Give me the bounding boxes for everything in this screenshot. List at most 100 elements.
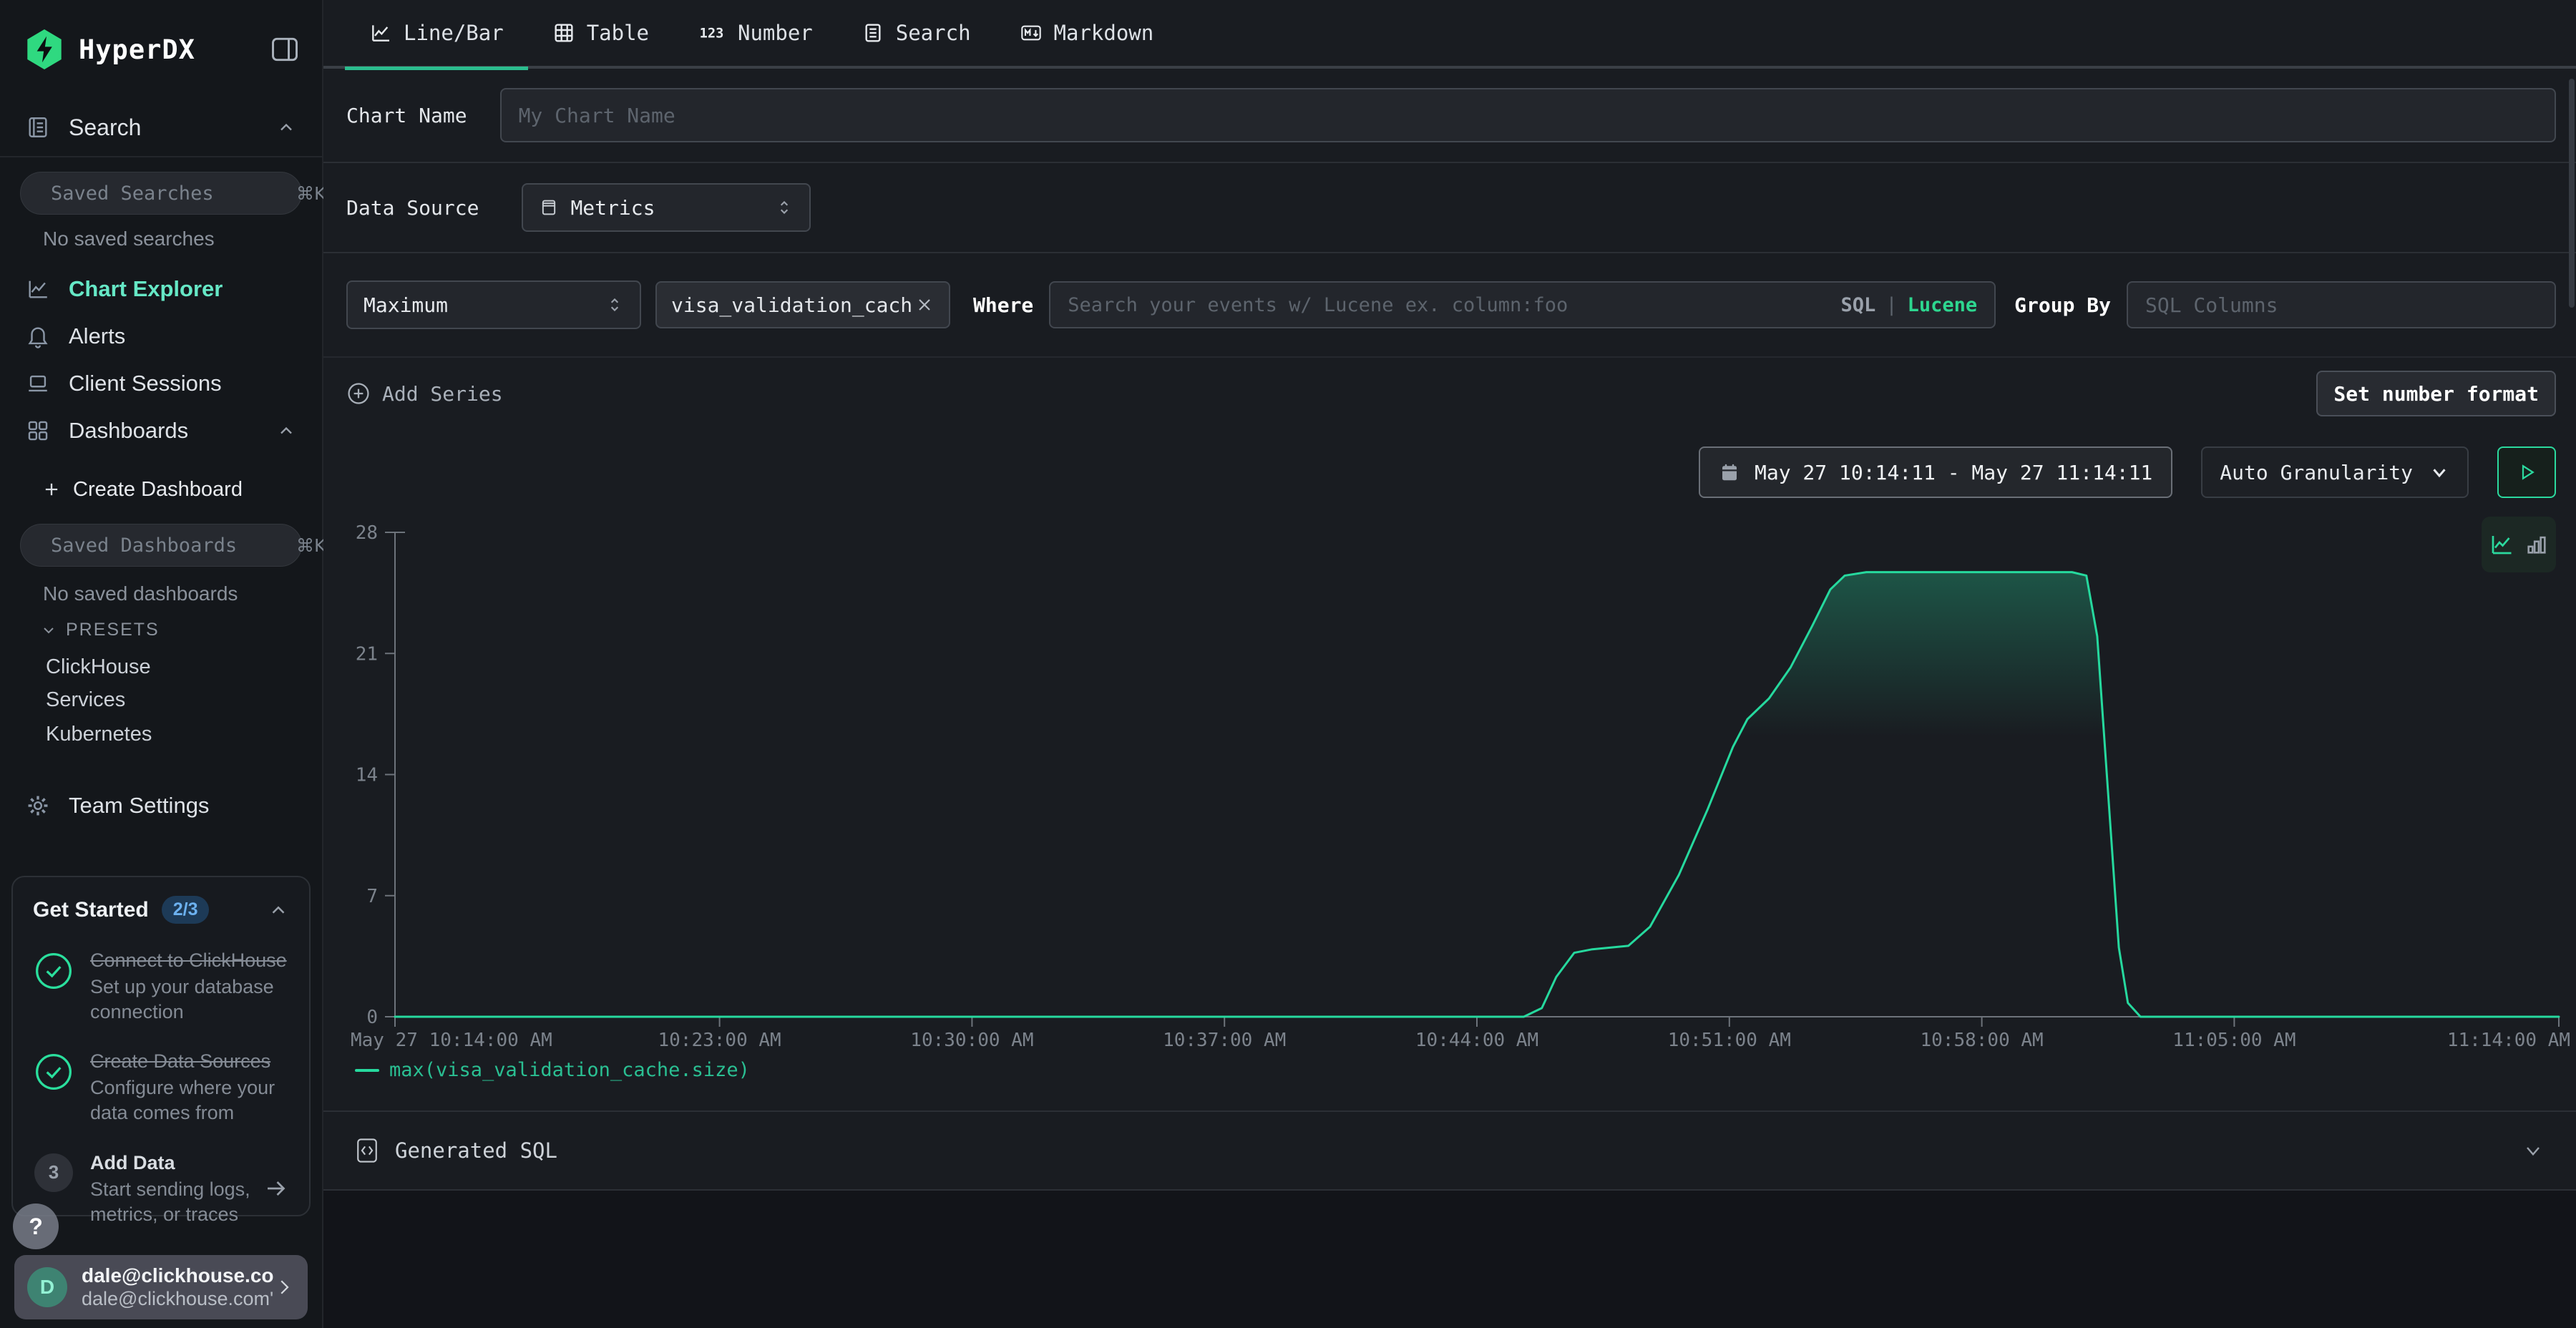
collapse-sidebar-icon[interactable]	[269, 34, 301, 65]
get-started-item-add-data[interactable]: 3 Add Data Start sending logs, metrics, …	[33, 1151, 289, 1227]
bell-icon	[26, 324, 50, 348]
user-subtitle: dale@clickhouse.com's	[82, 1288, 273, 1310]
chart-type-tabs: Line/Bar Table 123 Number	[323, 0, 2576, 69]
svg-text:28: 28	[356, 522, 378, 544]
chevron-down-icon[interactable]	[2522, 1139, 2545, 1162]
where-search-field: SQL | Lucene	[1049, 281, 1996, 328]
avatar: D	[27, 1267, 67, 1307]
updown-chevrons-icon	[775, 198, 794, 217]
date-range-picker[interactable]: May 27 10:14:11 - May 27 11:14:11	[1699, 446, 2172, 498]
sidebar-item-label: Team Settings	[69, 793, 209, 819]
sidebar-item-label: Chart Explorer	[69, 276, 223, 302]
aggregation-select[interactable]: Maximum	[346, 280, 641, 329]
arrow-right-icon	[263, 1176, 289, 1201]
generated-sql-toggle[interactable]: Generated SQL	[323, 1110, 2576, 1191]
group-by-input[interactable]	[2127, 281, 2556, 328]
tab-label: Number	[738, 21, 813, 45]
tab-number[interactable]: 123 Number	[673, 0, 837, 67]
sidebar: HyperDX Search ⌘K No saved searches Char…	[0, 0, 323, 1328]
no-saved-dashboards-text: No saved dashboards	[43, 582, 238, 605]
main-content: Line/Bar Table 123 Number	[323, 0, 2576, 1328]
legend-line-swatch	[355, 1069, 379, 1072]
query-language-toggle: SQL | Lucene	[1841, 294, 1995, 316]
sql-toggle[interactable]: SQL	[1841, 294, 1876, 316]
data-source-row: Data Source Metrics	[323, 162, 2576, 252]
preset-item-services[interactable]: Services	[46, 688, 125, 712]
sidebar-item-team-settings[interactable]: Team Settings	[0, 786, 322, 826]
presets-label: PRESETS	[66, 620, 160, 640]
preset-item-kubernetes[interactable]: Kubernetes	[46, 723, 152, 746]
timeseries-chart[interactable]: 07142128May 27 10:14:00 AM10:23:00 AM10:…	[323, 515, 2576, 1056]
get-started-progress-badge: 2/3	[162, 896, 210, 924]
sidebar-item-search[interactable]: Search	[0, 107, 322, 147]
kbd-shortcut: ⌘K	[296, 183, 326, 204]
close-icon[interactable]	[914, 295, 935, 315]
tab-label: Search	[896, 21, 971, 45]
preset-item-clickhouse[interactable]: ClickHouse	[46, 655, 151, 679]
set-number-format-label: Set number format	[2333, 382, 2539, 406]
markdown-icon	[1020, 21, 1043, 44]
svg-text:10:23:00 AM: 10:23:00 AM	[658, 1030, 781, 1051]
database-icon	[539, 197, 559, 218]
date-range-value: May 27 10:14:11 - May 27 11:14:11	[1755, 461, 2152, 484]
check-circle-icon	[34, 951, 74, 991]
scrollbar-thumb[interactable]	[2569, 79, 2575, 308]
run-query-button[interactable]	[2497, 446, 2556, 498]
chevron-down-icon	[2429, 462, 2450, 483]
aggregation-value: Maximum	[364, 293, 448, 317]
step-number-badge: 3	[34, 1153, 73, 1192]
create-dashboard-button[interactable]: Create Dashboard	[0, 469, 322, 509]
saved-dashboards-search[interactable]: ⌘K	[20, 524, 302, 567]
play-icon	[2516, 462, 2537, 483]
get-started-item-desc: Configure where your data comes from	[90, 1075, 289, 1126]
generated-sql-label: Generated SQL	[395, 1138, 557, 1163]
kbd-shortcut: ⌘K	[296, 535, 326, 556]
svg-text:10:58:00 AM: 10:58:00 AM	[1921, 1030, 2044, 1051]
svg-text:11:14:00 AM: 11:14:00 AM	[2447, 1030, 2570, 1051]
metric-field-tag[interactable]: visa_validation_cach	[655, 281, 950, 328]
chevron-up-icon[interactable]	[268, 899, 289, 921]
saved-dashboards-input[interactable]	[51, 534, 296, 557]
logo-row: HyperDX	[26, 27, 301, 72]
get-started-item-desc: Start sending logs, metrics, or traces	[90, 1177, 258, 1227]
get-started-item-connect[interactable]: Connect to ClickHouse Set up your databa…	[33, 948, 289, 1025]
tab-table[interactable]: Table	[528, 0, 673, 67]
granularity-value: Auto Granularity	[2220, 461, 2413, 484]
saved-searches-input[interactable]	[51, 182, 296, 205]
where-search-input[interactable]	[1050, 294, 1840, 316]
sidebar-item-client-sessions[interactable]: Client Sessions	[0, 363, 322, 404]
get-started-item-title: Add Data	[90, 1151, 258, 1176]
svg-text:14: 14	[356, 765, 378, 786]
tab-markdown[interactable]: Markdown	[995, 0, 1179, 67]
svg-text:0: 0	[366, 1007, 378, 1028]
sidebar-item-alerts[interactable]: Alerts	[0, 316, 322, 356]
sidebar-item-chart-explorer[interactable]: Chart Explorer	[0, 269, 322, 309]
saved-searches-search[interactable]: ⌘K	[20, 172, 302, 215]
svg-text:7: 7	[366, 886, 378, 907]
sidebar-item-label: Search	[69, 114, 141, 141]
sidebar-item-label: Client Sessions	[69, 371, 222, 396]
tab-label: Line/Bar	[404, 21, 504, 45]
document-list-icon	[862, 21, 884, 44]
tab-line-bar[interactable]: Line/Bar	[345, 0, 528, 67]
data-source-select[interactable]: Metrics	[522, 183, 811, 232]
user-menu[interactable]: D dale@clickhouse.com dale@clickhouse.co…	[14, 1255, 308, 1319]
get-started-item-datasources[interactable]: Create Data Sources Configure where your…	[33, 1049, 289, 1126]
presets-section-header[interactable]: PRESETS	[40, 620, 160, 640]
data-source-value: Metrics	[570, 196, 655, 220]
add-series-button[interactable]: Add Series	[346, 381, 503, 406]
help-button[interactable]: ?	[13, 1204, 59, 1249]
add-series-label: Add Series	[382, 382, 503, 406]
set-number-format-button[interactable]: Set number format	[2316, 371, 2556, 416]
chart-name-input[interactable]	[500, 88, 2556, 142]
sidebar-item-dashboards[interactable]: Dashboards	[0, 411, 322, 451]
chart-area: May 27 10:14:11 - May 27 11:14:11 Auto G…	[323, 429, 2576, 1110]
svg-text:11:05:00 AM: 11:05:00 AM	[2172, 1030, 2296, 1051]
calendar-icon	[1719, 462, 1740, 483]
svg-text:10:51:00 AM: 10:51:00 AM	[1668, 1030, 1791, 1051]
lucene-toggle[interactable]: Lucene	[1908, 294, 1978, 316]
chevron-up-icon	[276, 421, 296, 441]
tab-search[interactable]: Search	[837, 0, 995, 67]
get-started-item-title: Connect to ClickHouse	[90, 948, 289, 973]
granularity-select[interactable]: Auto Granularity	[2201, 446, 2469, 498]
